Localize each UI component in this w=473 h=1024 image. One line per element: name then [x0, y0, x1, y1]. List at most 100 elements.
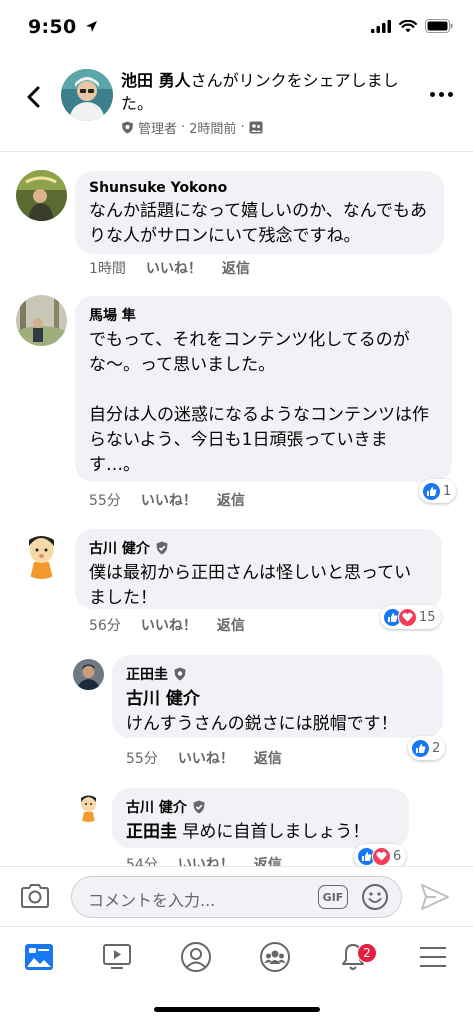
gif-button[interactable]: GIF [318, 885, 348, 909]
comment-text: でもって、それをコンテンツ化してるのがな〜。って思いました。 自分は人の迷惑にな… [89, 330, 429, 475]
comment-actions: 56分 いいね！ 返信 [89, 615, 245, 635]
more-options-button[interactable] [430, 92, 453, 97]
comment-time[interactable]: 56分 [89, 615, 121, 635]
camera-button[interactable] [20, 883, 50, 913]
commenter-avatar[interactable] [16, 170, 67, 221]
hamburger-menu-icon [420, 947, 446, 967]
camera-icon [21, 884, 49, 908]
like-button[interactable]: いいね！ [178, 748, 234, 768]
comment-actions: 55分 いいね！ 返信 [89, 490, 245, 510]
comment-author[interactable]: 古川 健介 [89, 538, 428, 558]
like-reaction-icon [411, 738, 430, 758]
post-time[interactable]: 2時間前 [189, 118, 236, 137]
back-button[interactable] [18, 82, 48, 112]
comment-time[interactable]: 1時間 [89, 258, 126, 278]
commenter-avatar[interactable] [16, 295, 67, 346]
comment-composer: コメントを入力... GIF [0, 866, 473, 926]
tab-menu[interactable] [413, 937, 453, 977]
commenter-avatar-image [16, 170, 67, 221]
dot-icon [439, 92, 444, 97]
comment-author[interactable]: 正田圭 [126, 664, 429, 684]
poster-name[interactable]: 池田 勇人 [121, 71, 191, 90]
bottom-tab-bar: 2 [0, 926, 473, 986]
tab-notifications[interactable]: 2 [333, 937, 377, 977]
author-name[interactable]: 古川 健介 [126, 797, 187, 817]
commenter-avatar[interactable] [73, 791, 104, 822]
comment-body: 早めに自首しましょう！ [182, 822, 370, 842]
admin-label: 管理者 [138, 122, 178, 137]
reply-button[interactable]: 返信 [217, 615, 245, 635]
emoji-icon [362, 884, 388, 910]
comment-author[interactable]: Shunsuke Yokono [89, 180, 430, 196]
reaction-summary[interactable]: 1 [419, 479, 457, 503]
post-title: 池田 勇人さんがリンクをシェアしました。 [121, 69, 421, 115]
like-button[interactable]: いいね！ [141, 615, 197, 635]
emoji-button[interactable] [361, 883, 389, 915]
post-meta: 管理者 · 2時間前 · [121, 118, 263, 137]
reaction-summary[interactable]: 15 [380, 605, 441, 629]
comment-author[interactable]: 古川 健介 [126, 797, 395, 817]
comment-text: なんか話題になって嬉しいのか、なんでもありな人がサロンにいて残念ですね。 [89, 201, 427, 246]
comment-actions: 1時間 いいね！ 返信 [89, 258, 250, 278]
comment-input[interactable]: コメントを入力... GIF [71, 876, 402, 918]
commenter-avatar[interactable] [73, 659, 104, 690]
comment-input-placeholder: コメントを入力... [88, 891, 216, 910]
comment-bubble[interactable]: 古川 健介 僕は最初から正田さんは怪しいと思っていました！ [75, 529, 442, 609]
chevron-left-icon [27, 86, 40, 108]
news-feed-icon [25, 944, 53, 970]
comment-bubble[interactable]: 馬場 隼 でもって、それをコンテンツ化してるのがな〜。って思いました。 自分は人… [75, 296, 452, 482]
author-name[interactable]: 正田圭 [126, 664, 168, 684]
poster-avatar-image [61, 69, 113, 121]
verified-badge-icon [156, 541, 168, 555]
clock: 9:50 [28, 16, 77, 38]
send-icon [421, 884, 449, 910]
tab-watch[interactable] [97, 937, 137, 977]
author-name[interactable]: 古川 健介 [89, 538, 150, 558]
post-header: 池田 勇人さんがリンクをシェアしました。 管理者 · 2時間前 · [0, 56, 473, 152]
reply-button[interactable]: 返信 [254, 748, 282, 768]
wifi-icon [399, 19, 417, 32]
comment-text: 正田圭 早めに自首しましょう！ [126, 820, 395, 845]
tab-profile[interactable] [176, 937, 216, 977]
like-button[interactable]: いいね！ [146, 258, 202, 278]
verified-badge-icon [193, 800, 205, 814]
meta-dot: · [181, 120, 186, 135]
comment-text: 古川 健介 けんすうさんの鋭さには脱帽です！ [126, 687, 429, 737]
like-button[interactable]: いいね！ [141, 490, 197, 510]
reply-button[interactable]: 返信 [222, 258, 250, 278]
admin-shield-icon [174, 667, 186, 681]
status-bar: 9:50 [0, 0, 473, 52]
poster-avatar[interactable] [61, 69, 113, 121]
battery-icon [425, 19, 453, 33]
tab-news-feed[interactable] [19, 937, 59, 977]
comment-bubble[interactable]: 古川 健介 正田圭 早めに自首しましょう！ [112, 788, 409, 848]
mention-tag[interactable]: 正田圭 [126, 822, 177, 842]
reply-button[interactable]: 返信 [217, 490, 245, 510]
comment-text: 僕は最初から正田さんは怪しいと思っていました！ [89, 563, 412, 608]
group-audience-icon [249, 121, 263, 134]
comment-author[interactable]: 馬場 隼 [89, 305, 438, 325]
commenter-avatar-image [73, 659, 104, 690]
reaction-count: 6 [393, 848, 402, 864]
reaction-count: 15 [419, 609, 436, 625]
reaction-summary[interactable]: 6 [354, 844, 407, 868]
commenter-avatar-image [16, 295, 67, 346]
comment-body: けんすうさんの鋭さには脱帽です！ [126, 714, 398, 734]
reaction-summary[interactable]: 2 [408, 736, 446, 760]
status-icons [371, 19, 453, 33]
comment-bubble[interactable]: 正田圭 古川 健介 けんすうさんの鋭さには脱帽です！ [112, 655, 443, 738]
tab-groups[interactable] [255, 937, 295, 977]
comment-bubble[interactable]: Shunsuke Yokono なんか話題になって嬉しいのか、なんでもありな人が… [75, 171, 444, 254]
admin-shield-icon [122, 121, 133, 134]
comment-time[interactable]: 55分 [126, 748, 158, 768]
commenter-avatar[interactable] [16, 528, 67, 579]
status-time: 9:50 [28, 16, 98, 38]
author-name[interactable]: 馬場 隼 [89, 305, 136, 325]
comment-time[interactable]: 55分 [89, 490, 121, 510]
send-button[interactable] [420, 883, 450, 915]
mention-tag[interactable]: 古川 健介 [126, 689, 200, 709]
reaction-count: 1 [443, 483, 452, 499]
author-name[interactable]: Shunsuke Yokono [89, 180, 227, 196]
like-reaction-icon [422, 481, 441, 501]
love-reaction-icon [398, 607, 417, 627]
